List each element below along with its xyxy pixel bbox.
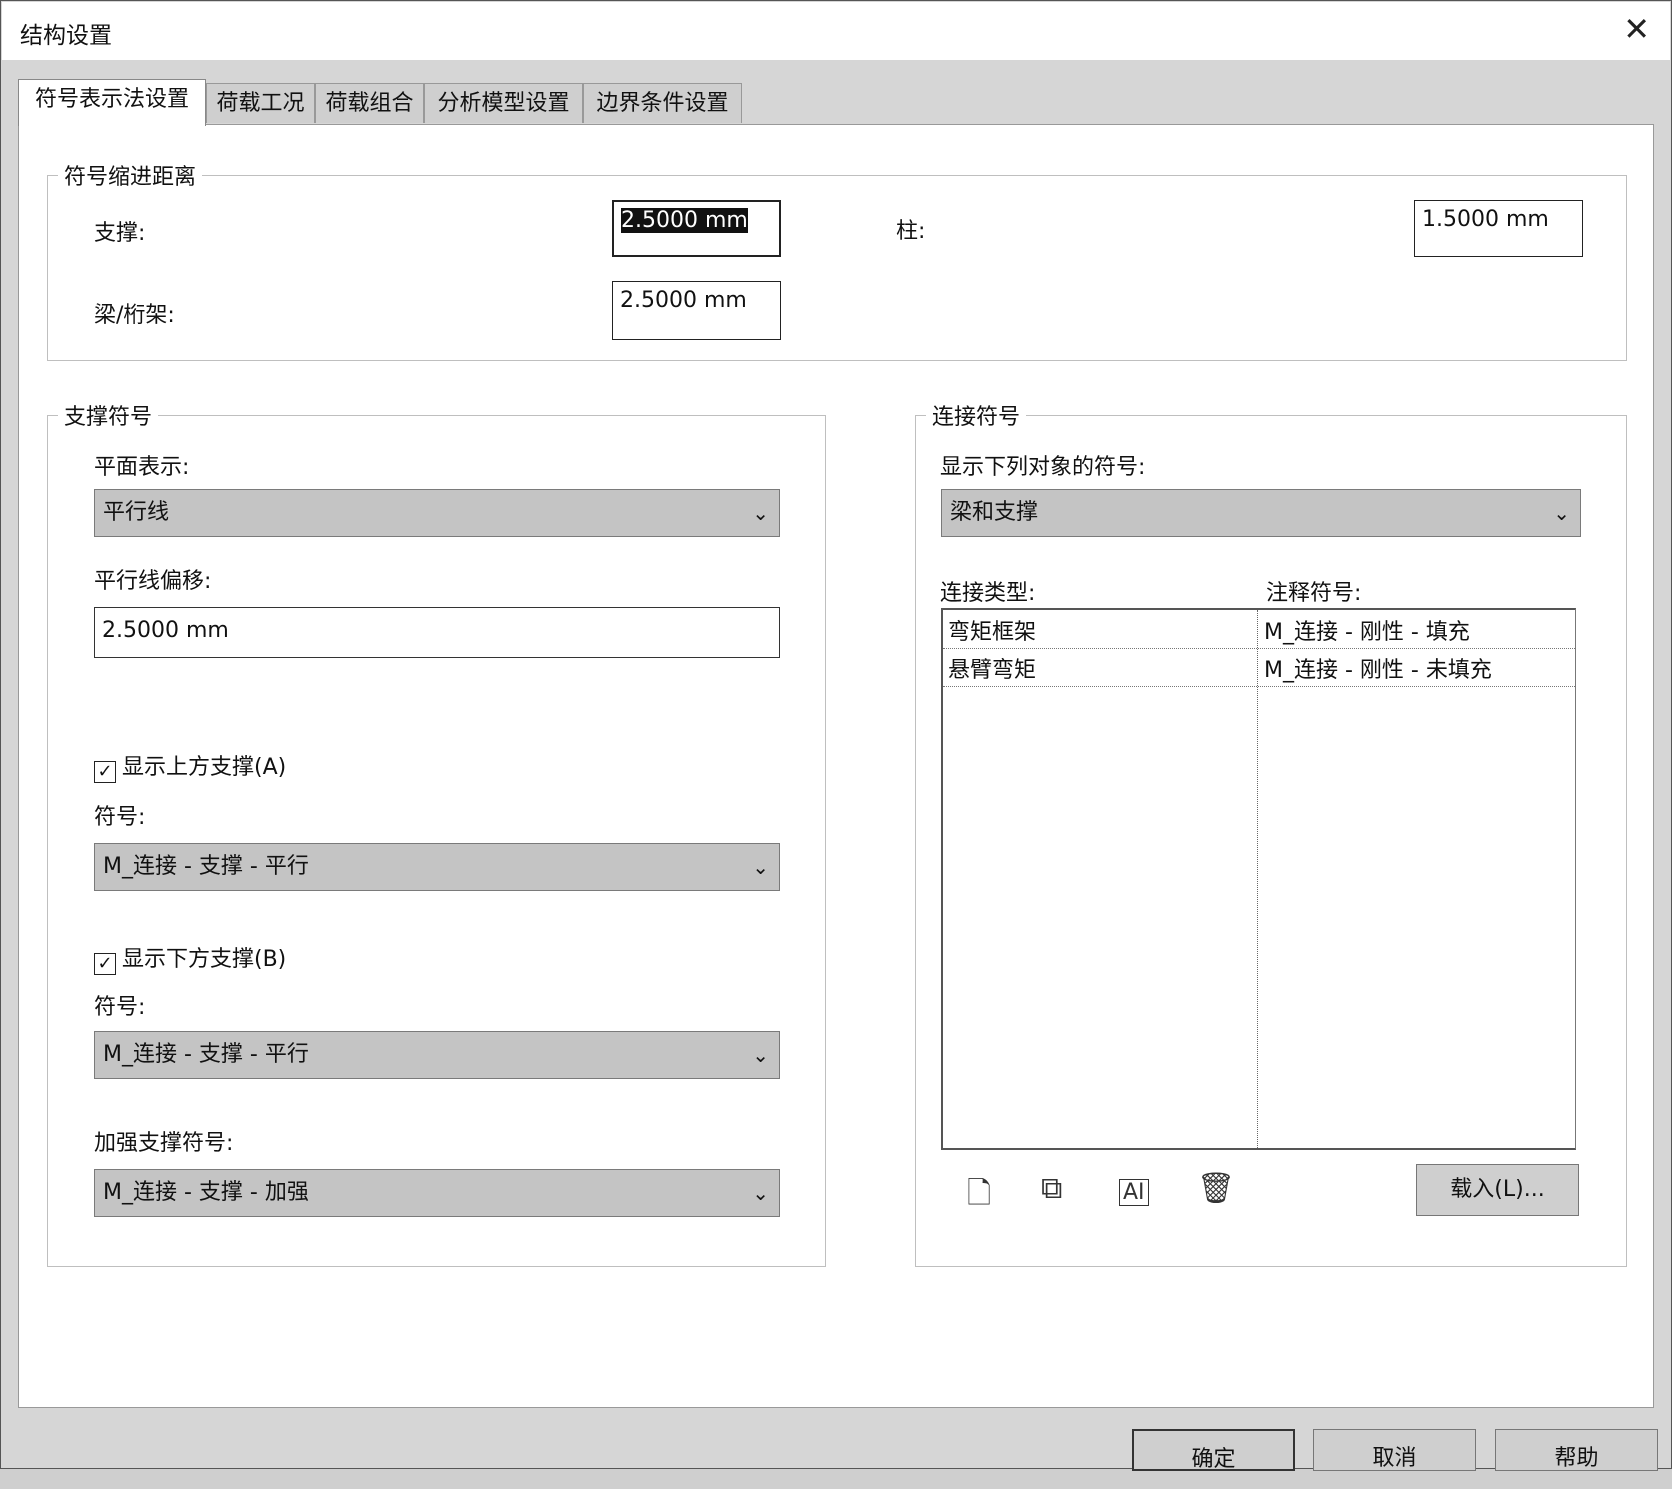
indent-group: 符号缩进距离 <box>47 159 1627 361</box>
symbol-label-below: 符号: <box>94 995 146 1020</box>
beam-indent-label: 梁/桁架: <box>94 303 175 328</box>
title-bar: 结构设置 ✕ <box>2 2 1670 60</box>
brace-indent-label: 支撑: <box>94 221 146 246</box>
plan-representation-dropdown[interactable]: 平行线 ⌄ <box>94 489 780 537</box>
load-button[interactable]: 载入(L)... <box>1416 1164 1579 1216</box>
chevron-down-icon: ⌄ <box>752 501 769 525</box>
cancel-button[interactable]: 取消 <box>1313 1429 1476 1471</box>
connection-type-header: 连接类型: <box>940 581 1036 606</box>
tab-load-combinations[interactable]: 荷载组合 <box>315 83 424 123</box>
chevron-down-icon: ⌄ <box>752 1043 769 1067</box>
dialog-window: 结构设置 ✕ 符号表示法设置 荷载工况 荷载组合 分析模型设置 边界条件设置 符… <box>0 0 1672 1472</box>
kicker-symbol-dropdown[interactable]: M_连接 - 支撑 - 加强 ⌄ <box>94 1169 780 1217</box>
brace-below-symbol-dropdown[interactable]: M_连接 - 支撑 - 平行 ⌄ <box>94 1031 780 1079</box>
window-title: 结构设置 <box>20 23 112 49</box>
beam-indent-value: 2.5000 mm <box>620 288 747 313</box>
chevron-down-icon: ⌄ <box>1553 501 1570 525</box>
parallel-offset-input[interactable]: 2.5000 mm <box>94 607 780 658</box>
annotation-symbol-header: 注释符号: <box>1266 581 1362 606</box>
rename-icon[interactable]: AI <box>1119 1179 1149 1206</box>
help-button[interactable]: 帮助 <box>1495 1429 1658 1471</box>
show-symbols-for-value: 梁和支撑 <box>950 500 1039 525</box>
show-brace-below-label: 显示下方支撑(B) <box>122 947 287 972</box>
connection-table: 弯矩框架 M_连接 - 刚性 - 填充 悬臂弯矩 M_连接 - 刚性 - 未填充 <box>941 608 1576 1150</box>
delete-icon[interactable]: 🗑 <box>1197 1171 1235 1206</box>
checkbox-check-icon: ✓ <box>94 953 116 975</box>
show-brace-above-checkbox[interactable]: ✓ 显示上方支撑(A) <box>94 749 286 783</box>
new-icon[interactable]: 🗋 <box>967 1171 991 1222</box>
kicker-symbol-value: M_连接 - 支撑 - 加强 <box>103 1180 309 1205</box>
ok-button[interactable]: 确定 <box>1132 1429 1295 1472</box>
tab-symbol-settings[interactable]: 符号表示法设置 <box>18 79 206 126</box>
symbol-label-above: 符号: <box>94 805 146 830</box>
brace-above-symbol-dropdown[interactable]: M_连接 - 支撑 - 平行 ⌄ <box>94 843 780 891</box>
show-brace-above-label: 显示上方支撑(A) <box>122 755 287 780</box>
parallel-offset-value: 2.5000 mm <box>102 618 229 643</box>
annotation-symbol-cell[interactable]: M_连接 - 刚性 - 未填充 <box>1264 652 1492 684</box>
chevron-down-icon: ⌄ <box>752 855 769 879</box>
table-row[interactable]: 悬臂弯矩 M_连接 - 刚性 - 未填充 <box>943 648 1575 687</box>
tab-load-cases[interactable]: 荷载工况 <box>206 83 315 123</box>
show-symbols-for-label: 显示下列对象的符号: <box>940 455 1146 480</box>
annotation-symbol-cell[interactable]: M_连接 - 刚性 - 填充 <box>1264 614 1470 646</box>
column-divider <box>1257 610 1258 1148</box>
connection-symbols-legend: 连接符号 <box>932 405 1021 430</box>
show-brace-below-checkbox[interactable]: ✓ 显示下方支撑(B) <box>94 941 286 975</box>
duplicate-icon[interactable]: ⧉ <box>1041 1171 1062 1206</box>
brace-indent-input[interactable]: 2.5000 mm <box>612 200 781 257</box>
beam-indent-input[interactable]: 2.5000 mm <box>612 281 781 340</box>
table-row[interactable]: 弯矩框架 M_连接 - 刚性 - 填充 <box>943 610 1575 649</box>
connection-type-cell: 悬臂弯矩 <box>948 658 1037 683</box>
tab-analytical-model[interactable]: 分析模型设置 <box>424 83 583 123</box>
chevron-down-icon: ⌄ <box>752 1181 769 1205</box>
tab-boundary-conditions[interactable]: 边界条件设置 <box>583 83 742 123</box>
brace-below-symbol-value: M_连接 - 支撑 - 平行 <box>103 1042 309 1067</box>
show-symbols-for-dropdown[interactable]: 梁和支撑 ⌄ <box>941 489 1581 537</box>
brace-indent-value: 2.5000 mm <box>621 208 748 233</box>
parallel-offset-label: 平行线偏移: <box>94 569 212 594</box>
plan-representation-value: 平行线 <box>103 500 170 525</box>
column-indent-label: 柱: <box>896 219 926 244</box>
plan-representation-label: 平面表示: <box>94 455 190 480</box>
brace-above-symbol-value: M_连接 - 支撑 - 平行 <box>103 854 309 879</box>
column-indent-input[interactable]: 1.5000 mm <box>1414 200 1583 257</box>
indent-legend: 符号缩进距离 <box>64 165 197 190</box>
brace-symbols-legend: 支撑符号 <box>64 405 153 430</box>
kicker-symbol-label: 加强支撑符号: <box>94 1131 234 1156</box>
checkbox-check-icon: ✓ <box>94 761 116 783</box>
column-indent-value: 1.5000 mm <box>1422 207 1549 232</box>
connection-type-cell: 弯矩框架 <box>948 620 1037 645</box>
close-icon[interactable]: ✕ <box>1623 10 1650 48</box>
